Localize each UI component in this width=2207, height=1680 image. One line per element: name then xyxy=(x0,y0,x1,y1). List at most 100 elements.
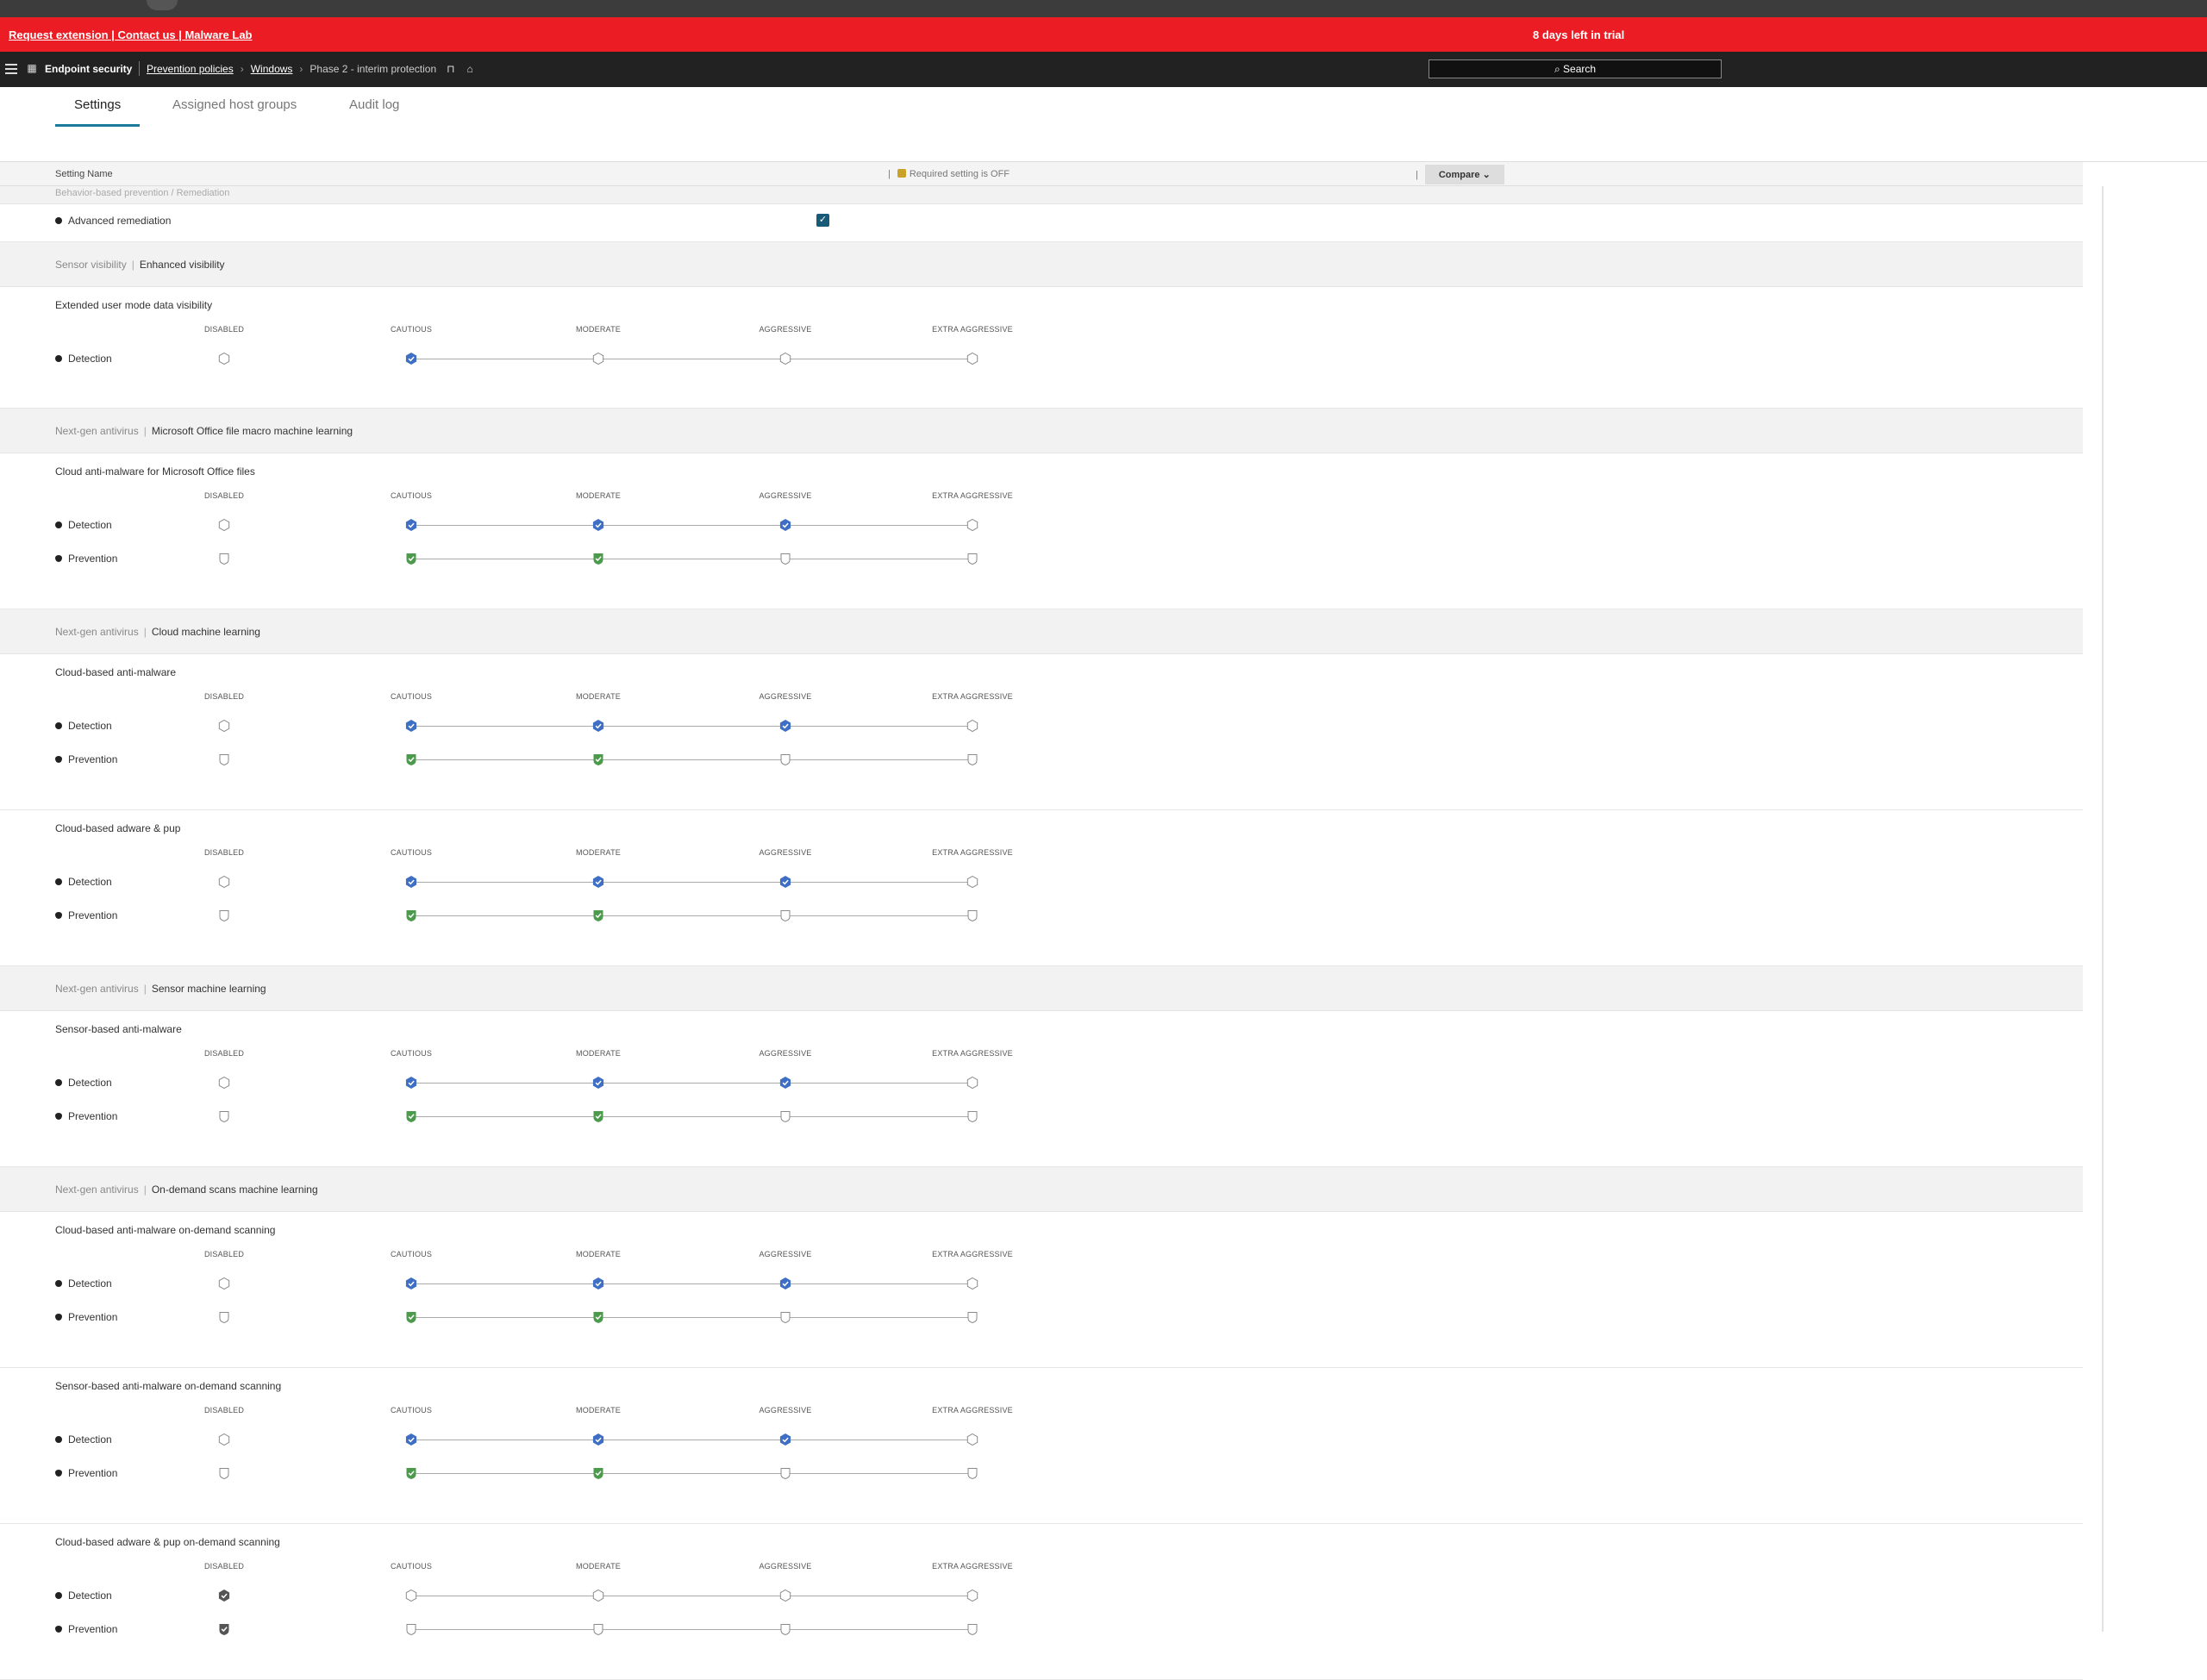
detection-level-5-icon[interactable] xyxy=(966,875,979,889)
detection-level-3-selected-icon[interactable] xyxy=(592,876,605,889)
prevention-level-3-icon[interactable] xyxy=(592,1623,605,1636)
prevention-level-3-selected-icon[interactable] xyxy=(592,553,605,565)
detection-level-2-selected-icon[interactable] xyxy=(405,353,418,365)
detection-level-3-selected-icon[interactable] xyxy=(592,519,605,532)
prevention-level-2-selected-icon[interactable] xyxy=(405,1110,418,1123)
prevention-level-5-icon[interactable] xyxy=(966,753,979,766)
detection-level-5-icon[interactable] xyxy=(966,1589,979,1602)
detection-level-4-selected-icon[interactable] xyxy=(779,1077,792,1090)
prevention-level-4-icon[interactable] xyxy=(779,909,792,922)
prevention-level-4-icon[interactable] xyxy=(779,753,792,766)
prevention-level-4-icon[interactable] xyxy=(779,553,792,565)
slider-track[interactable] xyxy=(411,1116,972,1117)
detection-level-5-icon[interactable] xyxy=(966,719,979,733)
detection-level-4-selected-icon[interactable] xyxy=(779,1277,792,1290)
detection-level-3-selected-icon[interactable] xyxy=(592,1433,605,1446)
prevention-level-2-selected-icon[interactable] xyxy=(405,553,418,565)
prevention-level-1-icon[interactable] xyxy=(218,753,231,766)
detection-level-1-icon[interactable] xyxy=(218,1076,231,1090)
slider-track[interactable] xyxy=(411,1283,972,1284)
prevention-level-5-icon[interactable] xyxy=(966,553,979,565)
banner-links[interactable]: Request extension | Contact us | Malware… xyxy=(9,28,253,41)
prevention-level-5-icon[interactable] xyxy=(966,909,979,922)
detection-level-5-icon[interactable] xyxy=(966,1076,979,1090)
slider-track[interactable] xyxy=(411,1629,972,1630)
app-name[interactable]: Endpoint security xyxy=(45,63,132,75)
slider-track[interactable] xyxy=(411,525,972,526)
detection-level-3-selected-icon[interactable] xyxy=(592,1077,605,1090)
detection-level-4-icon[interactable] xyxy=(779,1589,792,1602)
detection-level-5-icon[interactable] xyxy=(966,1277,979,1290)
prevention-level-4-icon[interactable] xyxy=(779,1110,792,1123)
detection-level-4-selected-icon[interactable] xyxy=(779,1433,792,1446)
slider-track[interactable] xyxy=(411,726,972,727)
detection-level-2-selected-icon[interactable] xyxy=(405,519,418,532)
detection-level-2-selected-icon[interactable] xyxy=(405,1077,418,1090)
prevention-level-1-selected-icon[interactable] xyxy=(218,1623,231,1636)
prevention-level-2-selected-icon[interactable] xyxy=(405,1311,418,1324)
prevention-level-1-icon[interactable] xyxy=(218,553,231,565)
detection-level-2-selected-icon[interactable] xyxy=(405,720,418,733)
prevention-level-5-icon[interactable] xyxy=(966,1110,979,1123)
prevention-level-3-selected-icon[interactable] xyxy=(592,753,605,766)
prevention-level-1-icon[interactable] xyxy=(218,1311,231,1324)
detection-level-4-selected-icon[interactable] xyxy=(779,876,792,889)
detection-level-1-icon[interactable] xyxy=(218,1277,231,1290)
detection-level-5-icon[interactable] xyxy=(966,518,979,532)
detection-level-3-selected-icon[interactable] xyxy=(592,720,605,733)
slider-track[interactable] xyxy=(411,1317,972,1318)
detection-level-2-selected-icon[interactable] xyxy=(405,1277,418,1290)
breadcrumb-windows[interactable]: Windows xyxy=(251,63,293,75)
detection-level-2-selected-icon[interactable] xyxy=(405,876,418,889)
slider-track[interactable] xyxy=(411,759,972,760)
tab-audit-log[interactable]: Audit log xyxy=(330,97,418,127)
detection-level-1-icon[interactable] xyxy=(218,1433,231,1446)
right-scroll-rail[interactable] xyxy=(2102,186,2104,1632)
detection-level-3-icon[interactable] xyxy=(592,1589,605,1602)
prevention-level-3-selected-icon[interactable] xyxy=(592,1110,605,1123)
detection-level-1-icon[interactable] xyxy=(218,518,231,532)
prevention-level-5-icon[interactable] xyxy=(966,1467,979,1480)
advanced-remediation-checkbox[interactable]: ✓ xyxy=(816,214,829,227)
detection-level-1-icon[interactable] xyxy=(218,719,231,733)
detection-level-5-icon[interactable] xyxy=(966,1433,979,1446)
tab-settings[interactable]: Settings xyxy=(55,97,141,127)
detection-level-1-selected-icon[interactable] xyxy=(218,1589,231,1602)
detection-level-3-icon[interactable] xyxy=(592,352,605,365)
prevention-level-1-icon[interactable] xyxy=(218,909,231,922)
search-input[interactable]: ⌕ Search xyxy=(1429,59,1722,78)
prevention-level-3-selected-icon[interactable] xyxy=(592,1467,605,1480)
prevention-level-3-selected-icon[interactable] xyxy=(592,1311,605,1324)
bookmark-icon[interactable]: ⊓ xyxy=(447,63,454,75)
detection-level-4-selected-icon[interactable] xyxy=(779,519,792,532)
detection-level-3-selected-icon[interactable] xyxy=(592,1277,605,1290)
detection-level-1-icon[interactable] xyxy=(218,875,231,889)
slider-track[interactable] xyxy=(411,1473,972,1474)
detection-level-2-selected-icon[interactable] xyxy=(405,1433,418,1446)
prevention-level-2-selected-icon[interactable] xyxy=(405,909,418,922)
home-icon[interactable]: ⌂ xyxy=(467,63,473,75)
prevention-level-4-icon[interactable] xyxy=(779,1467,792,1480)
prevention-level-3-selected-icon[interactable] xyxy=(592,909,605,922)
tab-assigned-host-groups[interactable]: Assigned host groups xyxy=(153,97,316,127)
prevention-level-2-icon[interactable] xyxy=(405,1623,418,1636)
prevention-level-4-icon[interactable] xyxy=(779,1311,792,1324)
slider-track[interactable] xyxy=(411,915,972,916)
prevention-level-4-icon[interactable] xyxy=(779,1623,792,1636)
prevention-level-1-icon[interactable] xyxy=(218,1110,231,1123)
detection-level-1-icon[interactable] xyxy=(218,352,231,365)
detection-level-4-icon[interactable] xyxy=(779,352,792,365)
compare-button[interactable]: Compare ⌄ xyxy=(1424,165,1504,184)
detection-level-4-selected-icon[interactable] xyxy=(779,720,792,733)
slider-track[interactable] xyxy=(411,1083,972,1084)
slider-track[interactable] xyxy=(411,882,972,883)
detection-level-2-icon[interactable] xyxy=(405,1589,418,1602)
detection-level-5-icon[interactable] xyxy=(966,352,979,365)
prevention-level-2-selected-icon[interactable] xyxy=(405,1467,418,1480)
breadcrumb-prevention-policies[interactable]: Prevention policies xyxy=(147,63,234,75)
prevention-level-5-icon[interactable] xyxy=(966,1623,979,1636)
menu-icon[interactable] xyxy=(5,64,17,74)
prevention-level-5-icon[interactable] xyxy=(966,1311,979,1324)
prevention-level-1-icon[interactable] xyxy=(218,1467,231,1480)
prevention-level-2-selected-icon[interactable] xyxy=(405,753,418,766)
